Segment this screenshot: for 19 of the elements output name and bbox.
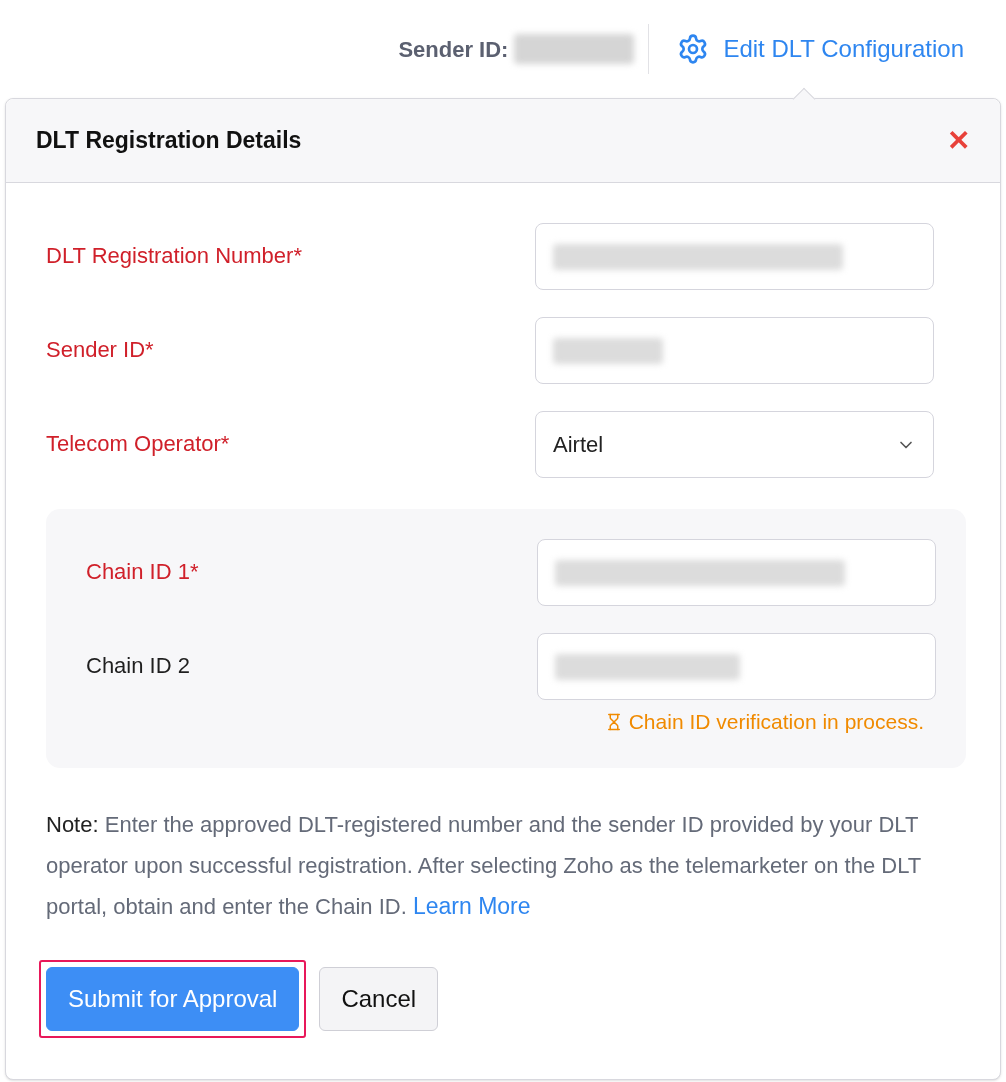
input-field[interactable] (537, 633, 936, 700)
field-label: Sender ID* (46, 336, 154, 364)
cancel-button[interactable]: Cancel (319, 966, 439, 1031)
sender-label: Sender ID: (398, 35, 509, 64)
field-label: Telecom Operator* (46, 430, 230, 458)
submit-button[interactable]: Submit for Approval (46, 966, 300, 1031)
learn-more-link[interactable]: Learn More (412, 892, 531, 919)
note-text: Note: Enter the approved DLT-registered number and the sender ID provided by your DLT operator upon successful registration. After selecting Zoho as the telemarketer on the DLT portal, obtain and enter the Chain ID. Learn More (46, 810, 922, 921)
operator-select[interactable]: Airtel (535, 411, 934, 478)
edit-configuration-link[interactable]: Edit DLT Configuration (663, 31, 964, 67)
input-field[interactable] (535, 223, 934, 290)
status-text: Chain ID verification in process. (628, 709, 924, 735)
field-label: DLT Registration Number* (46, 242, 302, 270)
close-button[interactable]: ✕ (947, 119, 970, 162)
input-field[interactable] (537, 539, 936, 606)
field-label: Chain ID 2 (86, 652, 190, 680)
input-field[interactable] (535, 317, 934, 384)
field-label: Chain ID 1* (86, 558, 199, 586)
dialog-title: DLT Registration Details (36, 126, 302, 156)
